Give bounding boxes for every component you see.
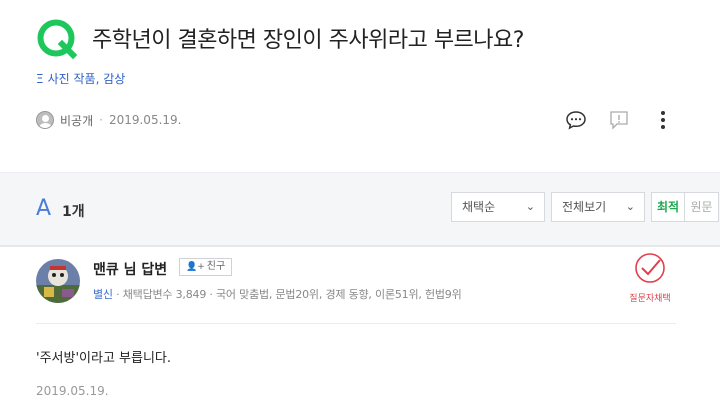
answerer-stats: · 채택답변수 3,849 · 국어 맞춤법, 문법20위, 경제 동향, 이론… (116, 288, 462, 301)
toggle-optimal-button[interactable]: 최적 (651, 192, 685, 222)
category-link[interactable]: Ξ 사진 작품, 감상 (36, 70, 125, 87)
answer-count: 1개 (62, 204, 85, 220)
report-button[interactable] (607, 108, 631, 132)
answerer-rank[interactable]: 별신 (93, 288, 113, 301)
more-vertical-icon (661, 111, 665, 129)
add-friend-icon: 👤+ (186, 262, 205, 272)
questioner-select-button[interactable]: 질문자채택 (620, 251, 680, 304)
chevron-down-icon: ⌄ (525, 200, 535, 213)
answer-card: 맨큐 님 답변 👤+ 친구 별신 · 채택답변수 3,849 · 국어 맞춤법, … (0, 246, 720, 417)
add-friend-label: 친구 (206, 261, 226, 272)
add-friend-button[interactable]: 👤+ 친구 (179, 258, 233, 276)
toggle-original-button[interactable]: 원문 (685, 192, 719, 222)
select-label: 질문자채택 (629, 294, 671, 304)
more-button[interactable] (651, 108, 675, 132)
question-author: 비공개 (60, 113, 94, 128)
chevron-down-icon: ⌄ (625, 200, 635, 213)
report-icon (610, 111, 628, 130)
answer-letter: A (36, 196, 52, 221)
comment-icon (566, 111, 586, 130)
question-title: 주학년이 결혼하면 장인이 주사위라고 부르나요? (92, 28, 524, 53)
answer-date: 2019.05.19. (36, 384, 109, 398)
category-mark: Ξ (36, 72, 44, 86)
question-meta: 비공개 · 2019.05.19. (36, 111, 181, 129)
answer-text: '주서방'이라고 부릅니다. (36, 351, 172, 366)
category-label: 사진 작품, 감상 (47, 72, 126, 86)
q-logo-icon (37, 19, 78, 60)
view-select-value: 전체보기 (562, 200, 607, 214)
select-check-icon (635, 253, 665, 283)
view-select[interactable]: 전체보기 ⌄ (551, 192, 645, 222)
answer-header-bar: A 1개 채택순 ⌄ 전체보기 ⌄ 최적 원문 (0, 172, 720, 246)
meta-separator: · (99, 113, 103, 127)
text-toggle: 최적 원문 (651, 192, 719, 222)
answerer-meta: 별신 · 채택답변수 3,849 · 국어 맞춤법, 문법20위, 경제 동향,… (93, 286, 462, 302)
answerer-name[interactable]: 맨큐 님 답변 (93, 259, 167, 279)
avatar-image (36, 259, 80, 303)
question-section: 주학년이 결혼하면 장인이 주사위라고 부르나요? Ξ 사진 작품, 감상 비공개… (0, 0, 720, 172)
question-date: 2019.05.19. (108, 113, 182, 127)
sort-select-value: 채택순 (462, 200, 496, 214)
sort-select[interactable]: 채택순 ⌄ (451, 192, 545, 222)
question-actions (564, 108, 675, 132)
comment-button[interactable] (564, 108, 588, 132)
answerer-avatar[interactable] (36, 259, 80, 303)
divider (36, 323, 676, 324)
avatar (36, 111, 54, 129)
